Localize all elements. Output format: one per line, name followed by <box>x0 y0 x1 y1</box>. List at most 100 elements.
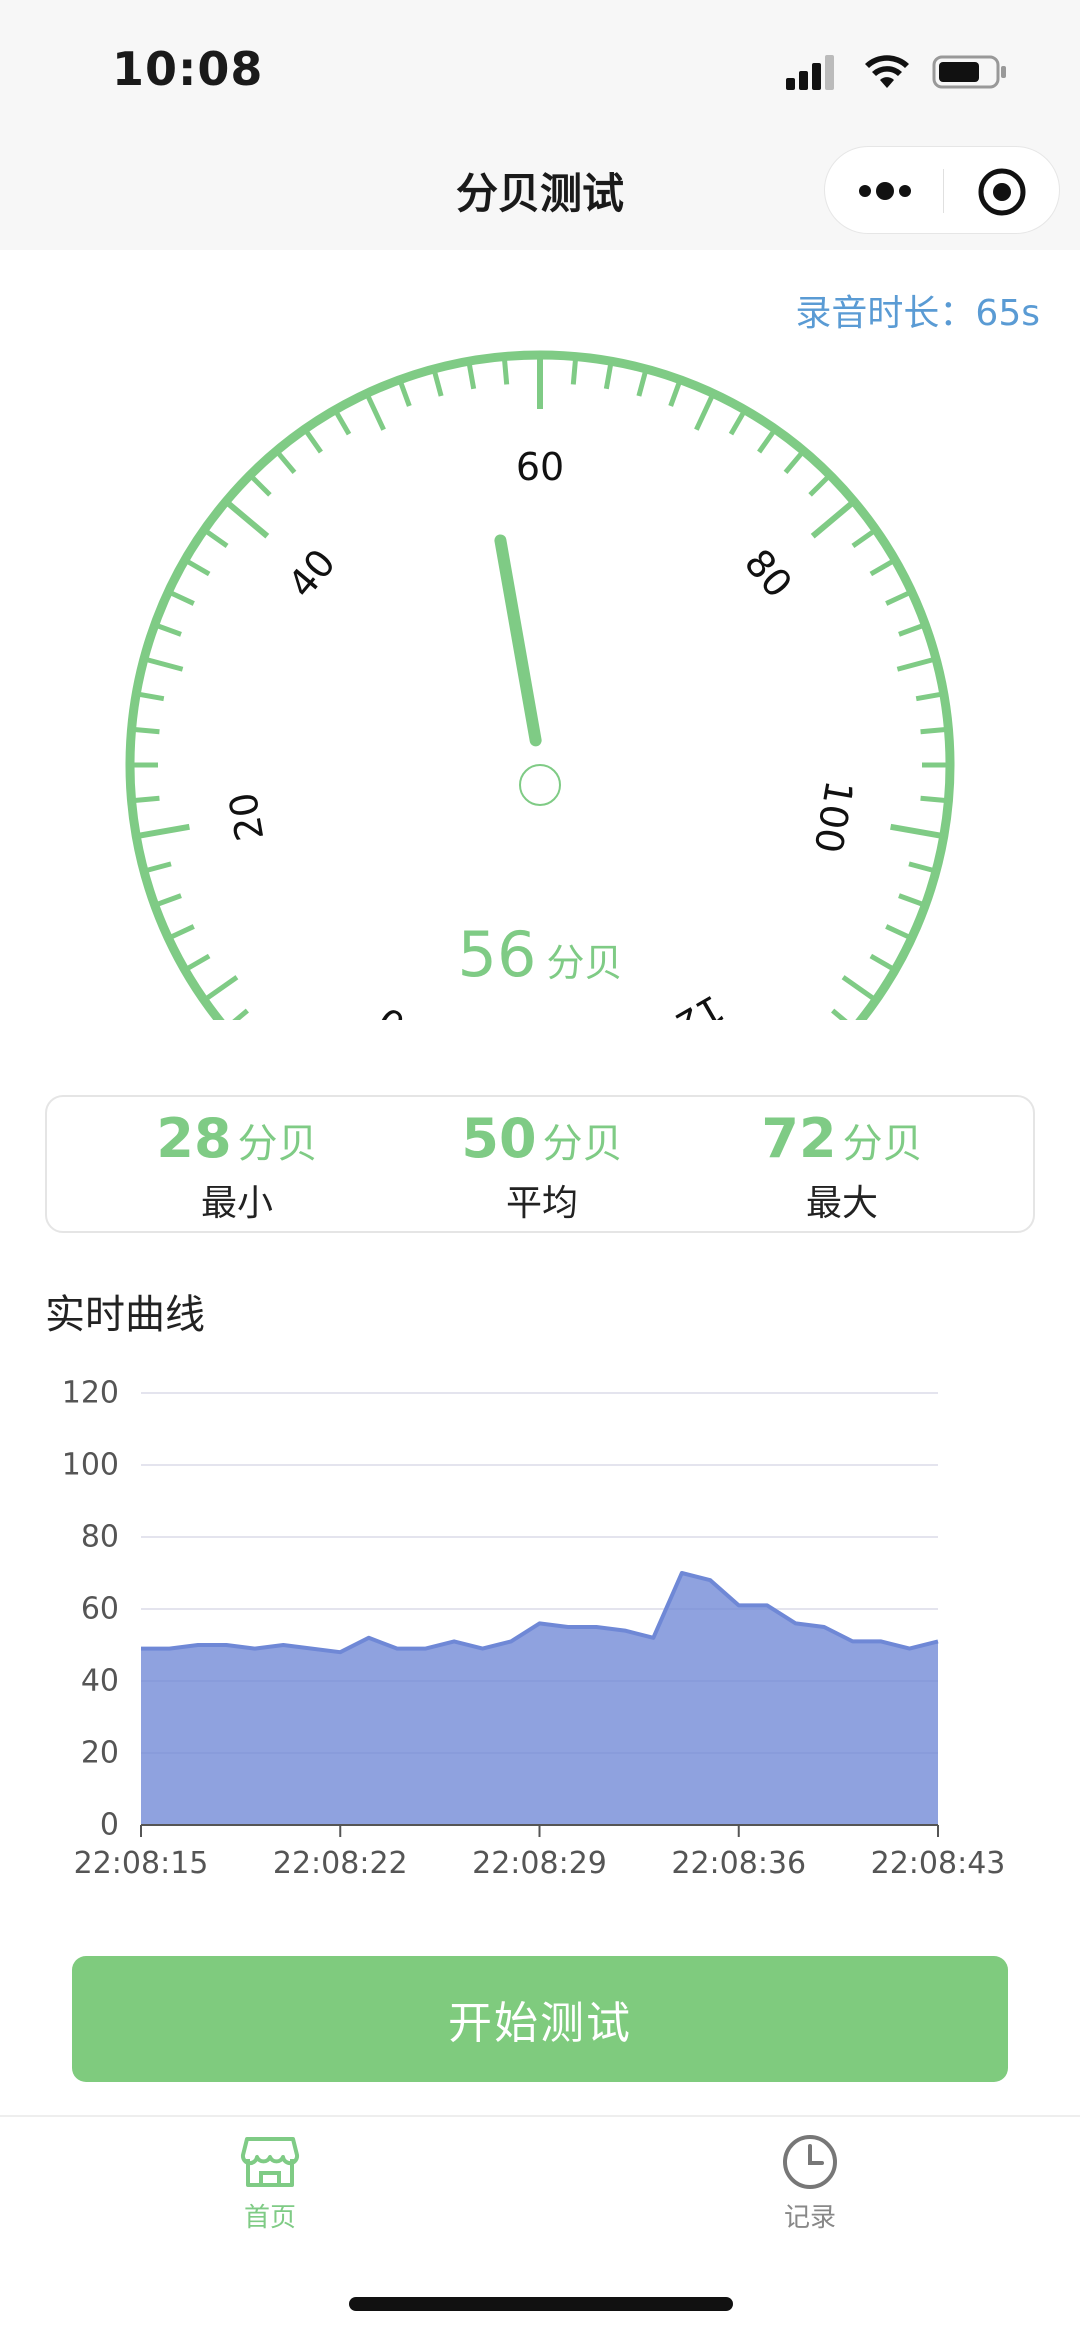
gauge-tick <box>869 557 897 577</box>
gauge-tick <box>131 795 160 804</box>
gauge-tick <box>808 473 832 497</box>
close-target-icon[interactable] <box>977 167 1027 217</box>
gauge-tick <box>831 1008 848 1020</box>
chart-y-tick-label: 120 <box>62 1376 119 1411</box>
stat-max-label: 最大 <box>805 1183 878 1224</box>
realtime-chart: 0 20 40 60 80 100 120 22:08:15 22:08:22 22:08:29 2… <box>62 1376 1006 1882</box>
top-bar: 10:08 分贝测试 <box>0 0 1080 250</box>
gauge-tick <box>783 449 806 474</box>
tab-records[interactable]: 记录 <box>710 2131 910 2234</box>
clock-icon <box>783 2135 837 2189</box>
stat-avg-label: 平均 <box>505 1183 578 1224</box>
status-icons <box>786 52 1008 92</box>
gauge-tick <box>810 499 857 539</box>
gauge-tick <box>570 356 579 385</box>
realtime-curve-title: 实时曲线 <box>45 1292 205 1338</box>
gauge-needle-hub <box>519 764 561 806</box>
gauge-tick <box>501 356 510 385</box>
status-time: 10:08 <box>112 42 264 96</box>
chart-x-tick-label: 22:08:29 <box>472 1846 607 1881</box>
chart-y-tick-label: 20 <box>81 1736 119 1771</box>
gauge-tick <box>920 726 949 735</box>
gauge-label: 80 <box>736 541 801 606</box>
gauge-tick <box>143 656 184 672</box>
tab-home-label: 首页 <box>243 2203 296 2233</box>
gauge-tick <box>890 823 945 840</box>
signal-icon <box>786 55 834 90</box>
gauge-current-value: 56 <box>457 918 537 991</box>
gauge-needle <box>494 534 542 747</box>
gauge-tick <box>135 823 190 840</box>
chart-x-tick-label: 22:08:43 <box>871 1846 1006 1881</box>
stat-avg: 50 分贝 平均 <box>377 1107 707 1226</box>
gauge-tick <box>183 557 211 577</box>
tab-records-label: 记录 <box>783 2203 836 2233</box>
gauge-tick <box>694 392 716 431</box>
gauge-label: 100 <box>806 777 862 856</box>
stat-max: 72 分贝 最大 <box>677 1107 1007 1226</box>
gauge-tick <box>153 622 182 637</box>
stat-min: 28 分贝 最小 <box>72 1107 402 1226</box>
battery-icon <box>932 55 1006 89</box>
stat-max-unit: 分贝 <box>842 1121 923 1167</box>
gauge-unit: 分贝 <box>546 941 623 985</box>
chart-y-tick-label: 0 <box>100 1808 119 1843</box>
chart-y-tick-label: 40 <box>81 1664 119 1699</box>
gauge-tick <box>636 368 649 397</box>
gauge-tick <box>915 691 945 702</box>
gauge-tick <box>302 427 323 454</box>
chart-x-tick-label: 22:08:36 <box>671 1846 806 1881</box>
gauge-label: 0 <box>370 998 413 1020</box>
gauge-tick <box>898 622 927 637</box>
chart-y-tick-label: 80 <box>81 1520 119 1555</box>
gauge-tick <box>898 893 927 908</box>
gauge-reading: 56 分贝 <box>0 918 1080 991</box>
chart-x-tick-label: 22:08:15 <box>74 1846 209 1881</box>
gauge-tick <box>167 589 195 606</box>
gauge-tick <box>248 473 272 497</box>
gauge-tick <box>143 861 172 874</box>
store-icon <box>240 2137 300 2187</box>
gauge-tick <box>466 360 477 390</box>
gauge-tick <box>920 795 949 804</box>
gauge-tick <box>202 527 229 548</box>
gauge-tick <box>896 656 937 672</box>
chart-x-tick-label: 22:08:22 <box>273 1846 408 1881</box>
chart-area-fill <box>141 1573 938 1825</box>
stat-min-label: 最小 <box>200 1183 273 1224</box>
gauge-tick <box>232 1008 249 1020</box>
gauge-tick <box>364 392 386 431</box>
gauge-tick <box>274 449 297 474</box>
gauge-tick <box>135 691 165 702</box>
gauge-label: 120 <box>647 986 732 1020</box>
more-icon[interactable] <box>855 171 915 211</box>
gauge-tick <box>131 726 160 735</box>
wifi-icon <box>865 55 909 88</box>
chart-y-tick-label: 100 <box>62 1448 119 1483</box>
gauge-tick <box>431 368 444 397</box>
gauge-label: 40 <box>279 541 344 606</box>
gauge-tick <box>851 527 878 548</box>
stats-panel: 28 分贝 最小 50 分贝 平均 72 分贝 最大 <box>45 1095 1035 1233</box>
gauge-label: 60 <box>516 445 564 489</box>
gauge-tick <box>757 427 778 454</box>
stat-avg-unit: 分贝 <box>542 1121 623 1167</box>
stat-max-value: 72 <box>761 1107 837 1170</box>
stat-min-unit: 分贝 <box>237 1121 318 1167</box>
gauge-tick <box>223 499 270 539</box>
gauge-tick <box>332 408 352 436</box>
gauge-tick <box>397 378 412 407</box>
start-test-button[interactable]: 开始测试 <box>72 1956 1008 2082</box>
gauge-tick <box>668 378 683 407</box>
gauge-tick <box>728 408 748 436</box>
home-indicator <box>349 2297 733 2311</box>
capsule-divider <box>943 169 944 213</box>
gauge-tick <box>153 893 182 908</box>
stat-avg-value: 50 <box>461 1107 537 1170</box>
tab-home[interactable]: 首页 <box>170 2131 370 2234</box>
gauge-tick <box>603 360 614 390</box>
decibel-gauge: 0 20 40 60 80 100 120 <box>125 350 955 1020</box>
gauge-tick <box>908 861 937 874</box>
chart-y-tick-label: 60 <box>81 1592 119 1627</box>
stat-min-value: 28 <box>156 1107 232 1170</box>
